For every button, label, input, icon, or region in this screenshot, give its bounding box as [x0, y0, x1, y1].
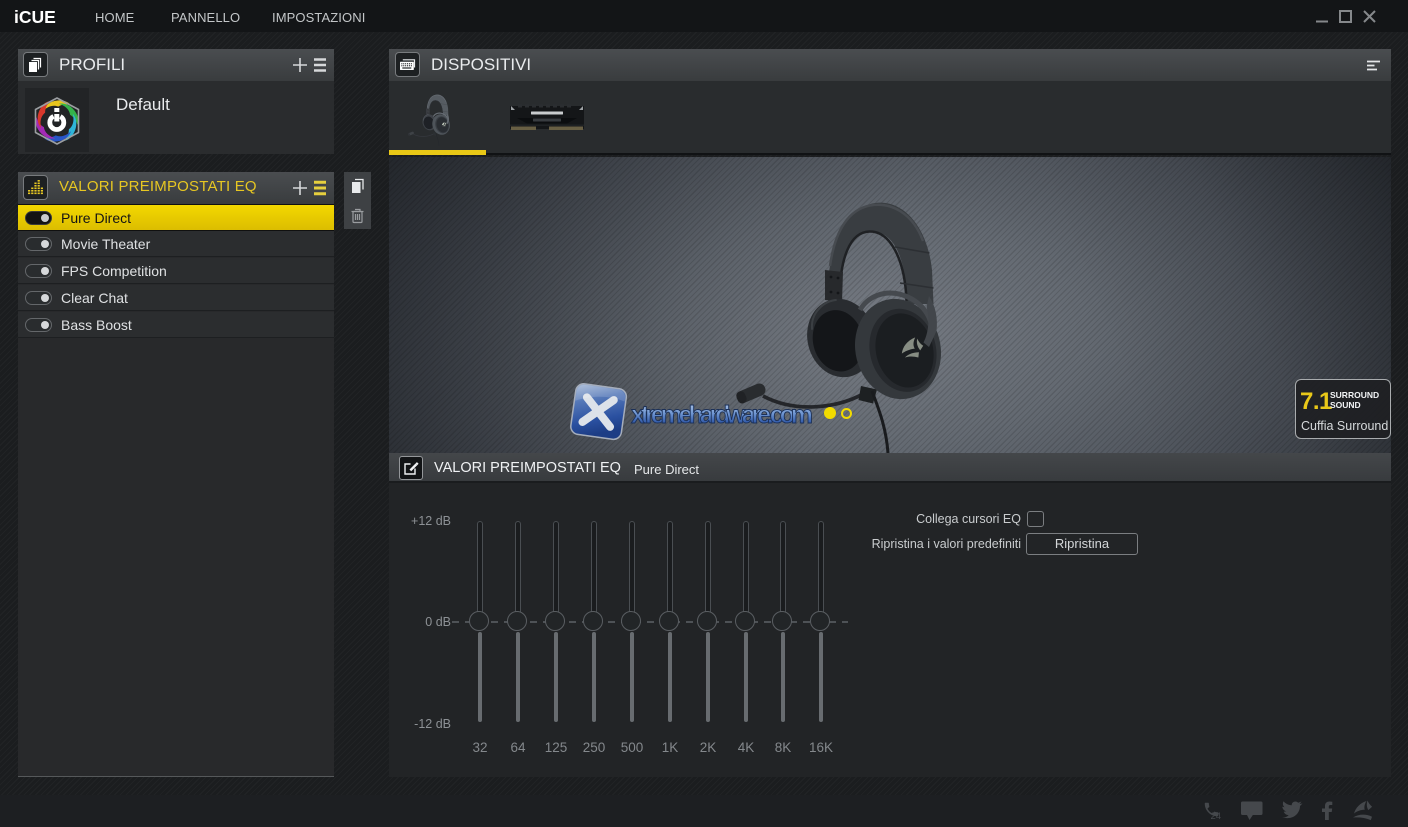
svg-text:24: 24: [1211, 811, 1222, 822]
svg-text:xtremehardware.com: xtremehardware.com: [631, 401, 812, 429]
